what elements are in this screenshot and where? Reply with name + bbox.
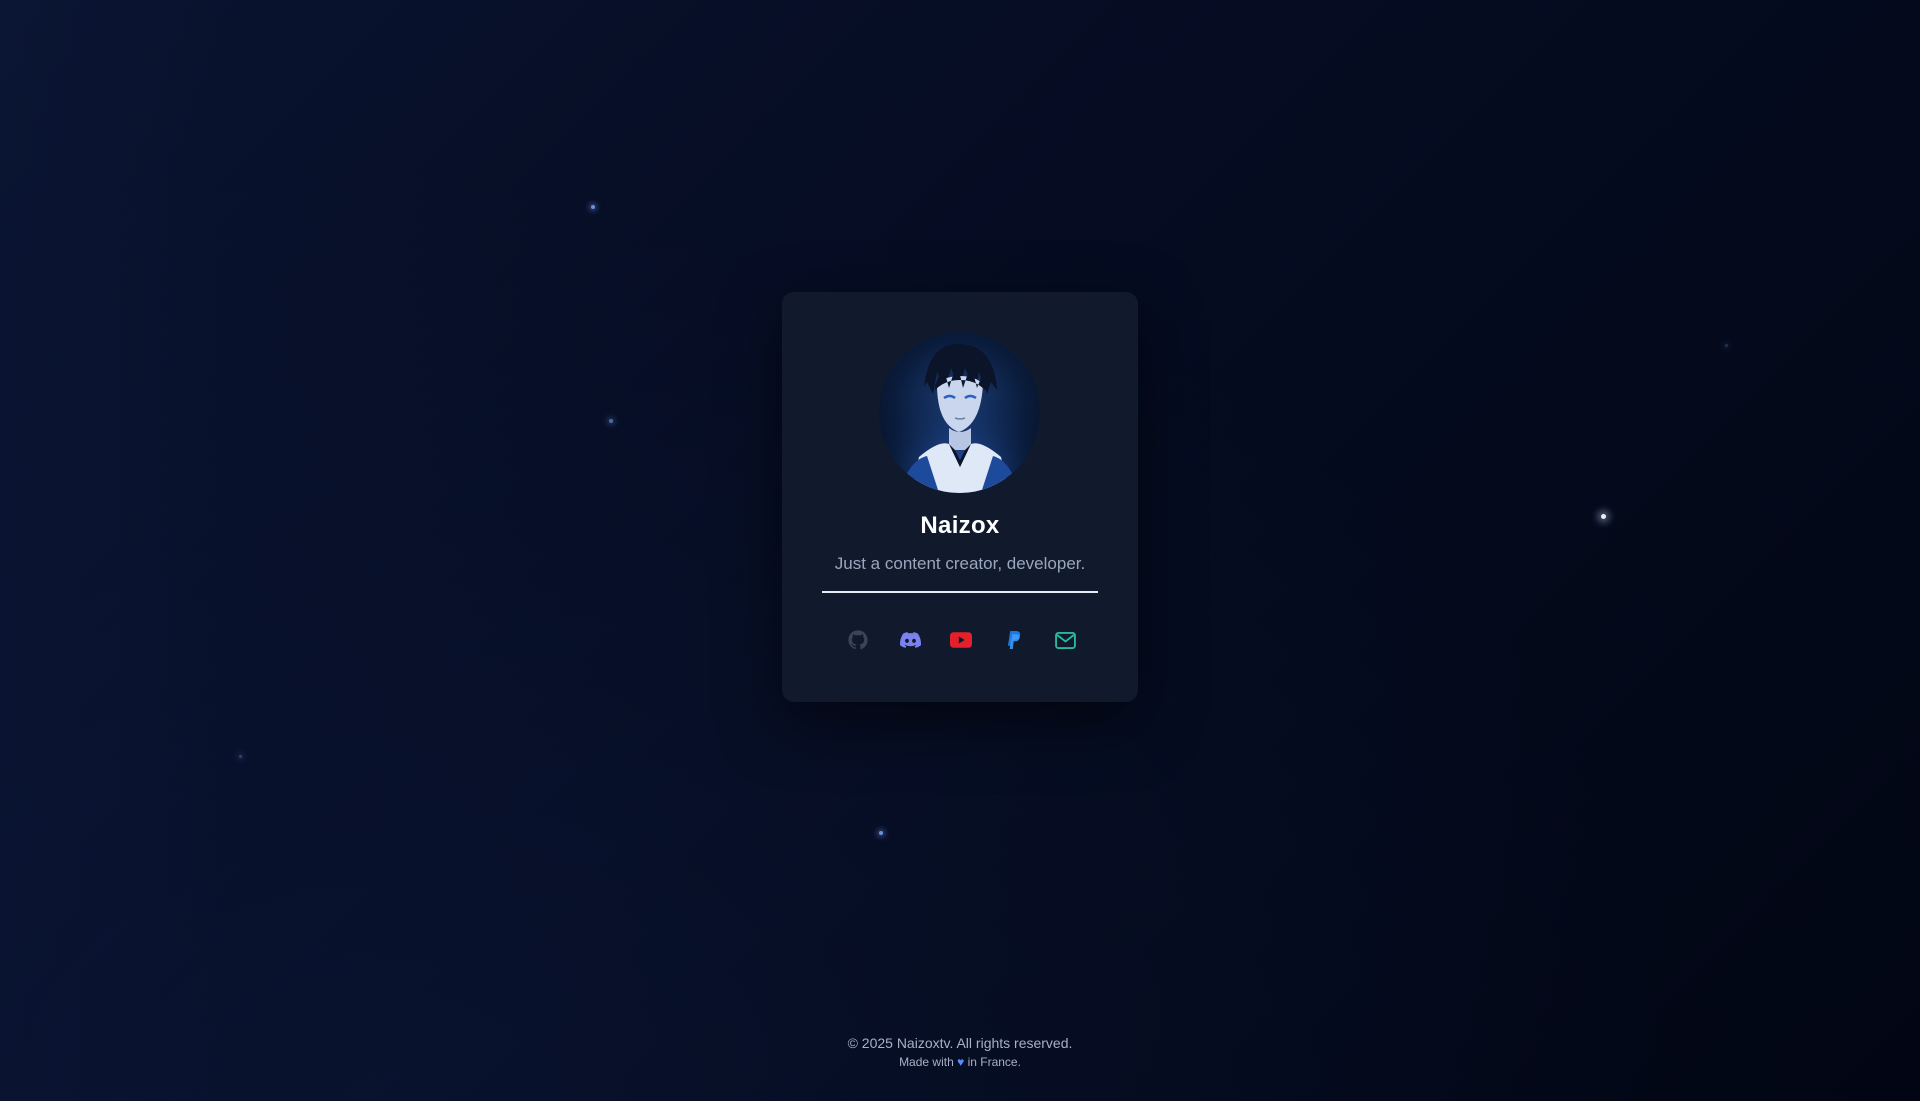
- profile-name: Naizox: [920, 512, 1000, 539]
- paypal-link[interactable]: [999, 626, 1027, 654]
- made-with-prefix: Made with: [899, 1055, 954, 1069]
- profile-card: Naizox Just a content creator, developer…: [782, 292, 1138, 702]
- heart-icon: ♥: [957, 1055, 965, 1069]
- discord-link[interactable]: [896, 626, 924, 654]
- star-decoration: [1601, 514, 1606, 519]
- star-decoration: [239, 755, 242, 758]
- youtube-icon: [950, 632, 972, 648]
- star-decoration: [1725, 344, 1728, 347]
- discord-icon: [899, 632, 921, 648]
- social-links: [782, 626, 1138, 654]
- mail-icon: [1054, 631, 1076, 649]
- star-decoration: [879, 831, 883, 835]
- made-with-text: Made with ♥ in France.: [0, 1054, 1920, 1070]
- github-link[interactable]: [844, 626, 872, 654]
- avatar-illustration: [879, 332, 1040, 493]
- github-icon: [848, 630, 868, 650]
- youtube-link[interactable]: [947, 626, 975, 654]
- footer: © 2025 Naizoxtv. All rights reserved. Ma…: [0, 1034, 1920, 1070]
- star-decoration: [591, 205, 595, 209]
- divider: [822, 591, 1098, 593]
- star-decoration: [609, 419, 613, 423]
- made-with-suffix: in France.: [967, 1055, 1021, 1069]
- profile-tagline: Just a content creator, developer.: [834, 554, 1086, 573]
- mail-link[interactable]: [1051, 626, 1079, 654]
- paypal-icon: [1007, 631, 1020, 649]
- copyright-text: © 2025 Naizoxtv. All rights reserved.: [847, 1035, 1073, 1051]
- avatar: [879, 332, 1040, 493]
